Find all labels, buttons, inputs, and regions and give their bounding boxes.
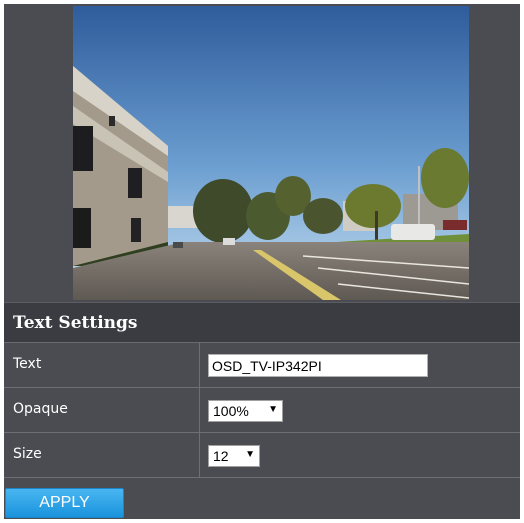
chevron-down-icon: ▼ (245, 449, 255, 460)
size-row: Size 12 ▼ (4, 433, 520, 478)
opaque-row: Opaque 100% ▼ (4, 388, 520, 433)
size-label: Size (13, 446, 42, 462)
opaque-select[interactable]: 100% ▼ (208, 400, 283, 422)
section-title: Text Settings (13, 313, 138, 333)
text-settings-header: Text Settings (4, 302, 520, 343)
text-row: Text (4, 343, 520, 388)
size-select[interactable]: 12 ▼ (208, 445, 260, 467)
column-divider (199, 388, 200, 432)
size-selected-value: 12 (213, 448, 229, 464)
text-label: Text (13, 356, 42, 372)
apply-button[interactable]: APPLY (5, 488, 124, 518)
column-divider (199, 343, 200, 387)
opaque-selected-value: 100% (213, 403, 249, 419)
camera-live-preview (73, 6, 469, 300)
column-divider (199, 433, 200, 477)
osd-text-input[interactable] (208, 354, 428, 377)
opaque-label: Opaque (13, 401, 68, 417)
settings-panel: Text Settings Text Opaque 100% ▼ Size 12… (4, 4, 520, 519)
camera-preview-image (73, 6, 469, 300)
chevron-down-icon: ▼ (268, 404, 278, 415)
